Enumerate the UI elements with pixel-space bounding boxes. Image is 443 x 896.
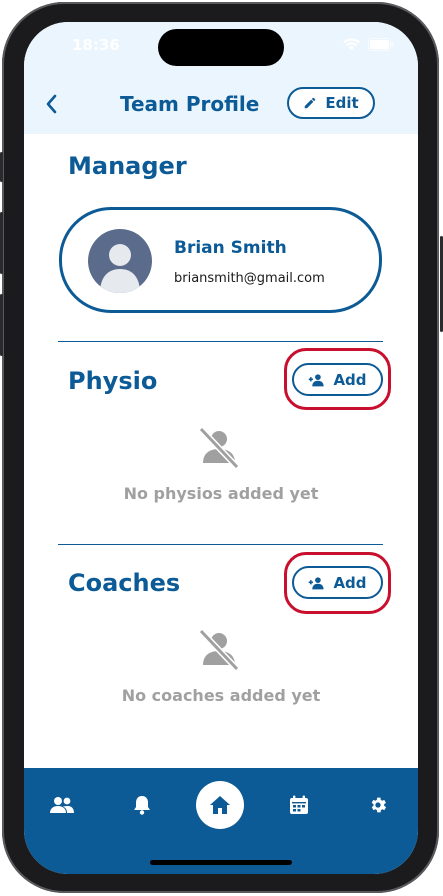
home-icon [210, 796, 230, 814]
tab-settings[interactable] [364, 791, 392, 819]
edit-button[interactable]: Edit [287, 87, 375, 119]
calendar-icon [290, 795, 308, 814]
add-physio-button[interactable]: Add [292, 363, 383, 396]
avatar [88, 229, 152, 293]
no-person-icon [198, 628, 240, 671]
dynamic-island [158, 29, 284, 66]
side-button-volume-down [0, 294, 3, 356]
status-icons [343, 38, 394, 51]
screen: 18:36 Team Profile Edit Manager Brian Sm… [24, 22, 418, 874]
person-silhouette-icon [100, 244, 140, 293]
side-button-volume-up [0, 212, 3, 274]
bell-icon [134, 796, 150, 815]
manager-email: briansmith@gmail.com [174, 271, 325, 286]
tab-team[interactable] [48, 791, 76, 819]
manager-section-title: Manager [68, 152, 187, 180]
page-title: Team Profile [120, 92, 260, 116]
gear-icon [371, 797, 387, 813]
edit-label: Edit [325, 94, 359, 112]
tab-notifications[interactable] [128, 791, 156, 819]
wifi-icon [343, 38, 360, 51]
add-person-icon [309, 373, 325, 386]
home-indicator [150, 860, 292, 865]
divider [58, 341, 383, 342]
tab-bar [24, 768, 418, 874]
manager-name: Brian Smith [174, 238, 287, 258]
coaches-section-title: Coaches [68, 569, 181, 597]
add-coach-button[interactable]: Add [292, 566, 383, 599]
add-physio-label: Add [333, 370, 367, 389]
people-icon [50, 797, 74, 813]
coaches-empty-text: No coaches added yet [121, 686, 321, 705]
tab-home[interactable] [196, 781, 244, 829]
tab-calendar[interactable] [285, 791, 313, 819]
back-arrow-icon[interactable] [40, 92, 64, 116]
status-time: 18:36 [72, 36, 120, 54]
no-person-icon [198, 426, 240, 469]
side-button-silent [0, 152, 3, 182]
physio-empty-text: No physios added yet [123, 484, 319, 503]
status-bar: 18:36 [24, 22, 418, 72]
physio-section-title: Physio [68, 367, 158, 395]
add-coach-label: Add [333, 573, 367, 592]
divider [58, 544, 383, 545]
header-bar: Team Profile Edit [24, 72, 418, 134]
pencil-icon [305, 97, 316, 109]
add-person-icon [309, 576, 325, 589]
manager-card[interactable]: Brian Smith briansmith@gmail.com [59, 207, 382, 313]
battery-icon [368, 38, 394, 51]
